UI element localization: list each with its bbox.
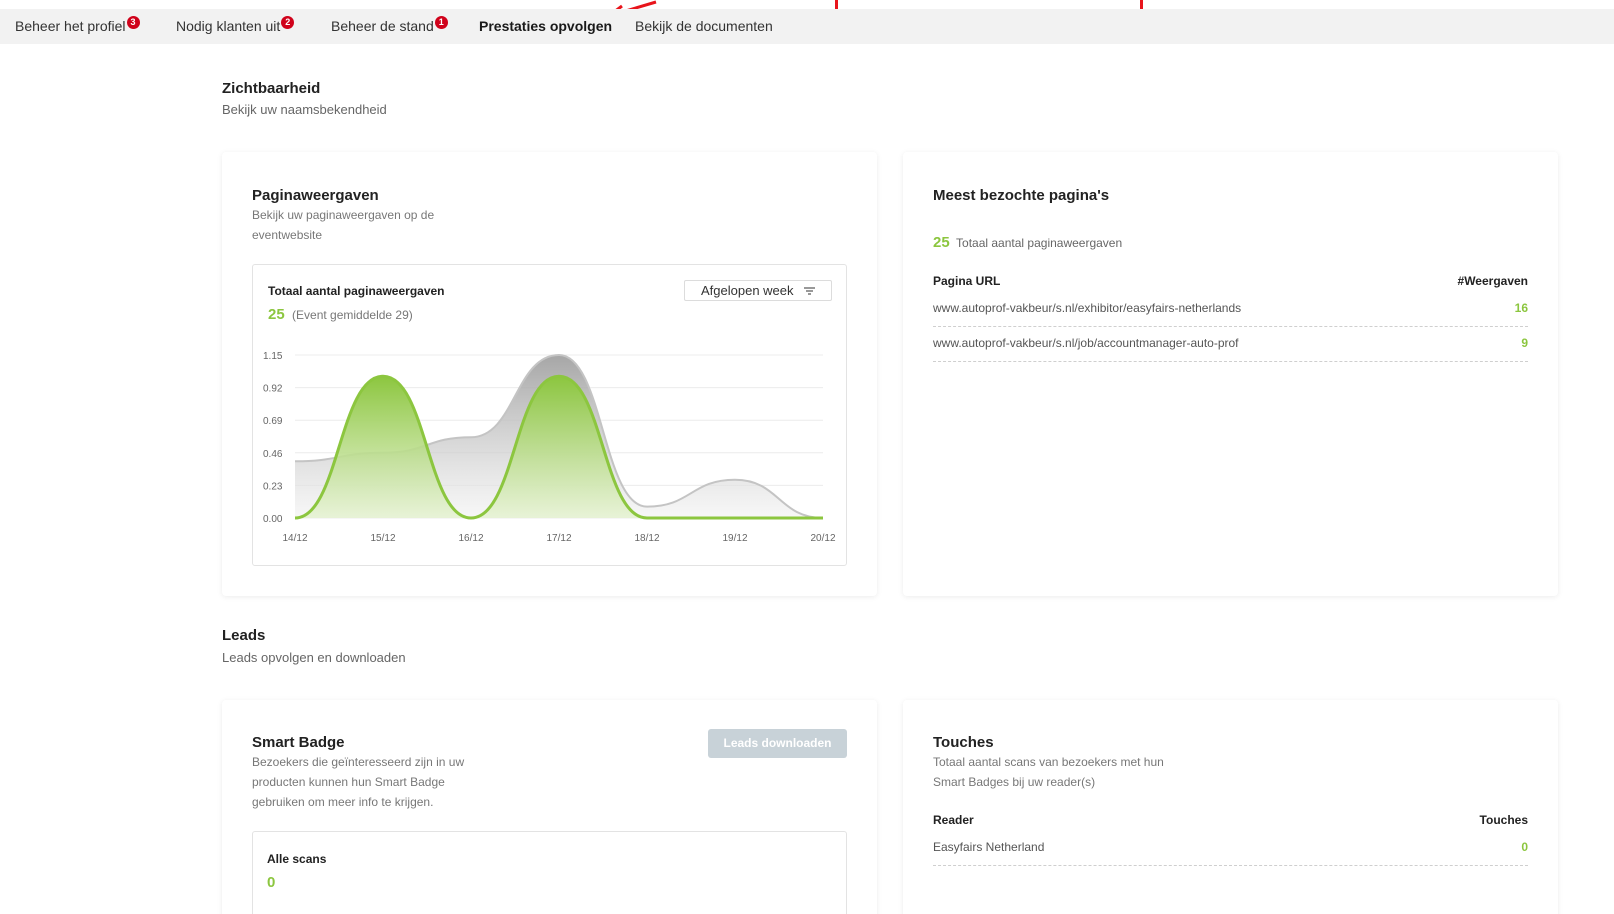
touches-card: Touches Totaal aantal scans van bezoeker… <box>903 700 1558 914</box>
smart-badge-desc-line1: Bezoekers die geïnteresseerd zijn in uw <box>252 755 465 769</box>
page-views: 9 <box>1521 336 1528 350</box>
all-scans-value: 0 <box>267 874 276 891</box>
y-tick-label: 1.15 <box>263 351 283 362</box>
period-selected: Afgelopen week <box>701 283 794 298</box>
table-row[interactable]: Easyfairs Netherland 0 <box>933 840 1528 866</box>
tab-label: Prestaties opvolgen <box>479 18 613 34</box>
x-tick-label: 18/12 <box>634 533 659 544</box>
notification-badge: 2 <box>281 16 295 29</box>
column-header-url: Pagina URL <box>933 274 1001 288</box>
table-row[interactable]: www.autoprof-vakbeur/s.nl/job/accountman… <box>933 336 1528 362</box>
filter-icon <box>804 287 815 295</box>
most-visited-total: 25 Totaal aantal paginaweergaven <box>933 234 1122 251</box>
period-dropdown[interactable]: Afgelopen week <box>684 280 832 301</box>
y-tick-label: 0.69 <box>263 416 283 427</box>
x-tick-label: 15/12 <box>370 533 395 544</box>
pageviews-chart-panel: Totaal aantal paginaweergaven 25 (Event … <box>252 264 847 566</box>
y-tick-label: 0.23 <box>263 481 283 492</box>
tab-manage-stand[interactable]: Beheer de stand 1 <box>331 9 448 44</box>
tab-label: Bekijk de documenten <box>635 18 773 34</box>
column-header-reader: Reader <box>933 813 974 827</box>
notification-badge: 1 <box>434 16 448 29</box>
smart-badge-desc-line3: gebruiken om meer info te krijgen. <box>252 795 434 809</box>
x-tick-label: 16/12 <box>458 533 483 544</box>
column-header-views: #Weergaven <box>1457 274 1528 288</box>
visibility-subtitle: Bekijk uw naamsbekendheid <box>222 102 387 117</box>
tab-label: Beheer het profiel <box>15 18 126 34</box>
event-average: (Event gemiddelde 29) <box>292 308 413 322</box>
pageviews-subtitle-line1: Bekijk uw paginaweergaven op de <box>252 208 435 222</box>
table-row[interactable]: www.autoprof-vakbeur/s.nl/exhibitor/easy… <box>933 301 1528 327</box>
touches-desc-line2: Smart Badges bij uw reader(s) <box>933 775 1096 789</box>
download-leads-button[interactable]: Leads downloaden <box>708 729 847 758</box>
leads-subtitle: Leads opvolgen en downloaden <box>222 650 406 665</box>
tab-invite-customers[interactable]: Nodig klanten uit 2 <box>176 9 295 44</box>
most-visited-total-value: 25 <box>933 234 950 251</box>
touches-count: 0 <box>1521 840 1528 854</box>
x-tick-label: 17/12 <box>546 533 571 544</box>
page-views: 16 <box>1514 301 1528 315</box>
most-visited-card: Meest bezochte pagina's 25 Totaal aantal… <box>903 152 1558 596</box>
tab-track-performance[interactable]: Prestaties opvolgen <box>479 9 612 44</box>
x-tick-label: 20/12 <box>810 533 835 544</box>
x-tick-label: 14/12 <box>282 533 307 544</box>
tab-label: Beheer de stand <box>331 18 434 34</box>
smart-badge-desc-line2: producten kunnen hun Smart Badge <box>252 775 445 789</box>
visibility-title: Zichtbaarheid <box>222 80 321 97</box>
tab-view-documents[interactable]: Bekijk de documenten <box>635 9 773 44</box>
total-pageviews-value: 25 <box>268 306 285 323</box>
reader-name: Easyfairs Netherland <box>933 840 1045 854</box>
touches-title: Touches <box>933 734 994 751</box>
pageviews-card: Paginaweergaven Bekijk uw paginaweergave… <box>222 152 877 596</box>
page-url: www.autoprof-vakbeur/s.nl/job/accountman… <box>933 336 1239 350</box>
y-tick-label: 0.46 <box>263 449 283 460</box>
all-scans-panel: Alle scans 0 <box>252 831 847 914</box>
leads-title: Leads <box>222 627 266 644</box>
chart-summary: 25 (Event gemiddelde 29) <box>268 306 413 323</box>
top-navigation: Beheer het profiel 3 Nodig klanten uit 2 B… <box>0 9 1614 44</box>
notification-badge: 3 <box>126 16 140 29</box>
y-tick-label: 0.92 <box>263 384 283 395</box>
y-tick-label: 0.00 <box>263 514 283 525</box>
smart-badge-card: Smart Badge Bezoekers die geïnteresseerd… <box>222 700 877 914</box>
smart-badge-title: Smart Badge <box>252 734 345 751</box>
x-tick-label: 19/12 <box>722 533 747 544</box>
column-header-touches: Touches <box>1479 813 1528 827</box>
tab-label: Nodig klanten uit <box>176 18 281 34</box>
chart-title: Totaal aantal paginaweergaven <box>268 284 445 298</box>
pageviews-title: Paginaweergaven <box>252 187 379 204</box>
pageviews-subtitle-line2: eventwebsite <box>252 228 323 242</box>
page-url: www.autoprof-vakbeur/s.nl/exhibitor/easy… <box>933 301 1242 315</box>
touches-desc-line1: Totaal aantal scans van bezoekers met hu… <box>933 755 1164 769</box>
all-scans-label: Alle scans <box>267 852 327 866</box>
most-visited-total-label: Totaal aantal paginaweergaven <box>956 236 1123 250</box>
tab-manage-profile[interactable]: Beheer het profiel 3 <box>15 9 140 44</box>
pageviews-chart: 1.15 0.92 0.69 0.46 0.23 0.00 14/12 15/12 16/12 1… <box>263 351 836 544</box>
most-visited-title: Meest bezochte pagina's <box>933 187 1110 204</box>
